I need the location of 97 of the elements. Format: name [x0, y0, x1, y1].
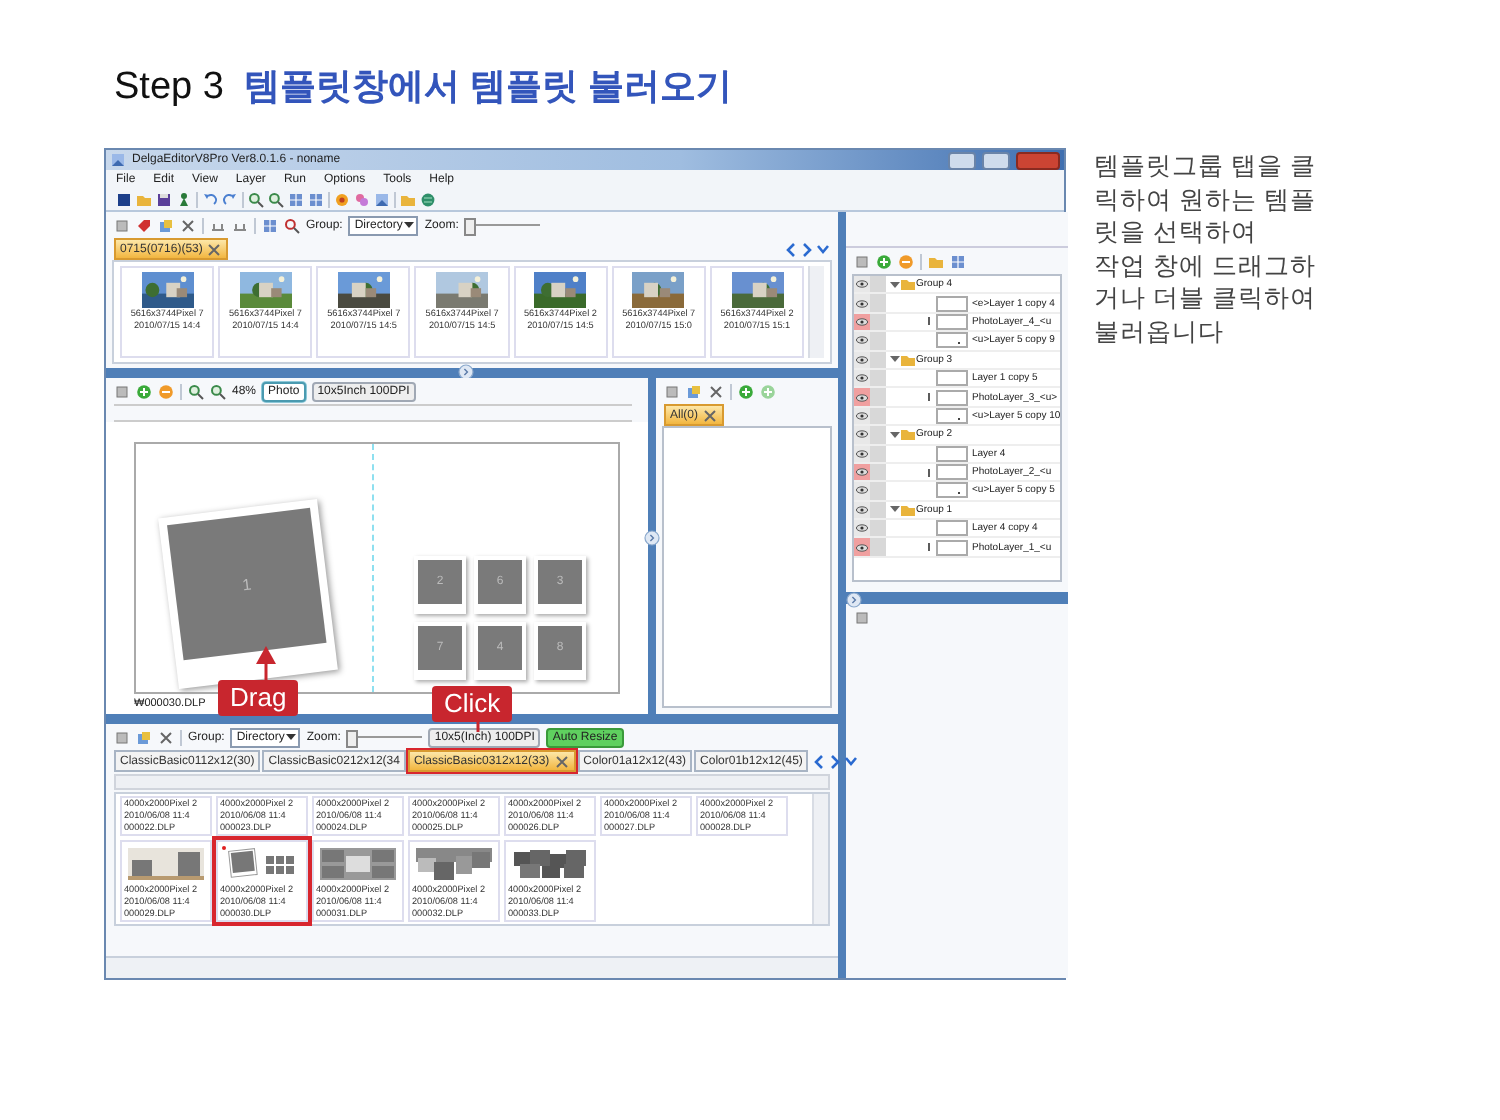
- eye-icon[interactable]: [856, 374, 868, 383]
- tool-icon[interactable]: [854, 609, 870, 625]
- template-preview-drawing: [318, 846, 398, 882]
- step-label: Step 3: [114, 66, 224, 110]
- expanded-icon[interactable]: [890, 504, 900, 515]
- minus-icon[interactable]: [158, 383, 174, 399]
- eye-icon[interactable]: [856, 505, 868, 514]
- square-icon[interactable]: [116, 191, 132, 207]
- globe-icon[interactable]: [420, 191, 436, 207]
- image-icon[interactable]: [374, 191, 390, 207]
- zoom-slider[interactable]: [346, 729, 423, 745]
- template-preview-drawing: [126, 846, 206, 882]
- eye-icon[interactable]: [856, 524, 868, 533]
- zoom-icon[interactable]: [210, 383, 226, 399]
- plus-icon[interactable]: [136, 383, 152, 399]
- eye-icon[interactable]: [856, 449, 868, 458]
- instruction-text: 릭하여 원하는 템플: [1094, 183, 1316, 216]
- grid-icon[interactable]: [288, 191, 304, 207]
- eye-icon[interactable]: [856, 280, 868, 289]
- scrollbar[interactable]: [808, 266, 824, 358]
- chevron-down-icon[interactable]: [816, 241, 830, 257]
- person-icon[interactable]: [176, 191, 192, 207]
- chevron-left-icon[interactable]: [784, 241, 798, 257]
- eye-icon[interactable]: [856, 336, 868, 345]
- instruction-text: 불러옵니다: [1094, 315, 1226, 348]
- eye-icon[interactable]: [856, 299, 868, 308]
- instruction-text: 릿을 선택하여: [1094, 216, 1259, 249]
- chevron-left-icon[interactable]: [812, 753, 827, 769]
- zoom-icon[interactable]: [268, 191, 284, 207]
- expanded-icon[interactable]: [890, 429, 900, 440]
- close-icon[interactable]: [553, 753, 570, 769]
- undo-icon[interactable]: [202, 191, 218, 207]
- tool-icon[interactable]: [854, 253, 870, 269]
- expanded-icon[interactable]: [890, 279, 900, 290]
- grid-icon[interactable]: [262, 217, 278, 233]
- caret-icon: [404, 221, 415, 229]
- drag-arrow: [254, 644, 278, 682]
- close-icon[interactable]: [180, 217, 196, 233]
- eye-icon[interactable]: [856, 430, 868, 439]
- photo-layer-icon: [926, 542, 932, 553]
- pages-icon[interactable]: [158, 217, 174, 233]
- eye-icon[interactable]: [856, 393, 868, 402]
- pages-icon[interactable]: [136, 729, 152, 745]
- plus-icon[interactable]: [876, 253, 892, 269]
- instruction-text: 거나 더블 클릭하여: [1094, 282, 1316, 315]
- slider-thumb[interactable]: [346, 729, 359, 747]
- eye-icon[interactable]: [856, 543, 868, 552]
- slider-thumb[interactable]: [464, 217, 477, 235]
- template-preview-drawing: [510, 846, 590, 882]
- page-title: 템플릿창에서 템플릿 불러오기: [243, 64, 732, 110]
- caret-icon: [286, 733, 297, 741]
- scrollbar[interactable]: [812, 794, 828, 924]
- expanded-icon[interactable]: [890, 354, 900, 365]
- eye-icon[interactable]: [856, 486, 868, 495]
- chevron-right-icon[interactable]: [800, 241, 814, 257]
- minus-icon[interactable]: [898, 253, 914, 269]
- image-icon[interactable]: [110, 152, 126, 168]
- maximize-button[interactable]: [982, 151, 1010, 169]
- save-icon[interactable]: [156, 191, 172, 207]
- grid-icon[interactable]: [950, 253, 966, 269]
- tool-icon[interactable]: [114, 383, 130, 399]
- zoom-slider[interactable]: [464, 217, 541, 233]
- grid-icon[interactable]: [308, 191, 324, 207]
- template-preview-drawing: [414, 846, 494, 882]
- minimize-button[interactable]: [948, 151, 976, 169]
- click-label: Click: [432, 686, 513, 722]
- tool-icon[interactable]: [664, 383, 680, 399]
- eye-icon[interactable]: [856, 411, 868, 420]
- close-icon[interactable]: [702, 407, 719, 423]
- tool-icon[interactable]: [114, 217, 130, 233]
- photo-layer-icon: [926, 316, 932, 327]
- drag-label: Drag: [218, 680, 299, 716]
- splitter-handle[interactable]: [846, 592, 862, 608]
- tag-icon[interactable]: [136, 217, 152, 233]
- eye-icon[interactable]: [856, 355, 868, 364]
- photo-layer-icon: [926, 467, 932, 478]
- eye-icon[interactable]: [856, 317, 868, 326]
- flower-icon[interactable]: [354, 191, 370, 207]
- instruction-text: 작업 창에 드래그하: [1094, 249, 1316, 282]
- close-icon[interactable]: [206, 241, 223, 257]
- scrollbar[interactable]: [114, 774, 830, 790]
- circle-icon[interactable]: [334, 191, 350, 207]
- zoom-icon[interactable]: [248, 191, 264, 207]
- pages-icon[interactable]: [686, 383, 702, 399]
- splitter-handle[interactable]: [644, 530, 660, 546]
- chevron-down-icon[interactable]: [844, 753, 859, 769]
- search-icon[interactable]: [284, 217, 300, 233]
- zoom-icon[interactable]: [188, 383, 204, 399]
- photo-layer-icon: [926, 392, 932, 403]
- splitter-handle[interactable]: [458, 364, 474, 380]
- tool-icon[interactable]: [114, 729, 130, 745]
- close-icon[interactable]: [158, 729, 174, 745]
- instruction-text: 템플릿그룹 탭을 클: [1094, 150, 1316, 183]
- plus-icon[interactable]: [738, 383, 754, 399]
- close-icon[interactable]: [708, 383, 724, 399]
- redo-icon[interactable]: [222, 191, 238, 207]
- eye-icon[interactable]: [856, 468, 868, 477]
